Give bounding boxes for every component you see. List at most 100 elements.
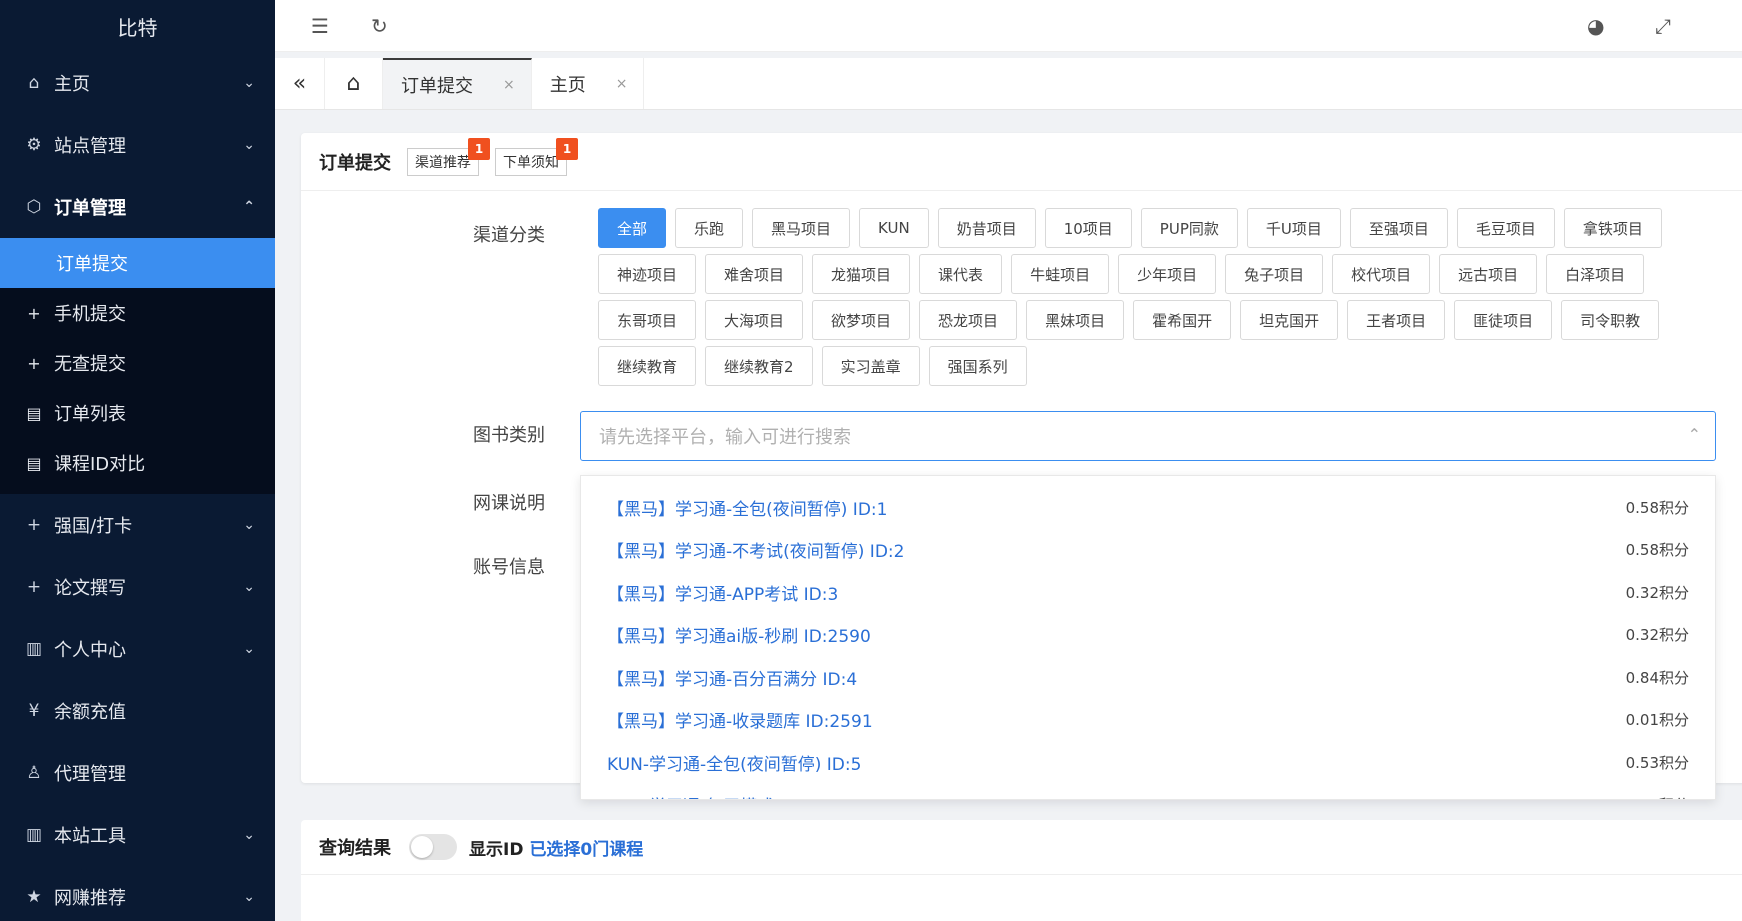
collapse-menu-icon[interactable]: ☰ xyxy=(311,14,329,38)
query-result-card: 查询结果 显示ID 已选择0门课程 xyxy=(301,820,1742,921)
refresh-icon[interactable]: ↻ xyxy=(371,14,388,38)
category-button[interactable]: 大海项目 xyxy=(705,300,804,340)
category-button[interactable]: 坦克国开 xyxy=(1240,300,1339,340)
sidebar-subitem-label: 订单列表 xyxy=(54,404,126,425)
category-button[interactable]: KUN xyxy=(859,208,929,248)
category-button[interactable]: 课代表 xyxy=(919,254,1003,294)
category-button[interactable]: 黑马项目 xyxy=(752,208,851,248)
sidebar-item-label: 网赚推荐 xyxy=(54,888,126,909)
sidebar-item[interactable]: ⌂ 主页 ⌄ xyxy=(0,52,275,114)
sidebar-item[interactable]: + 强国/打卡 ⌄ xyxy=(0,494,275,556)
user-icon: ♙ xyxy=(26,763,42,783)
sidebar-item[interactable]: ★ 网赚推荐 ⌄ xyxy=(0,866,275,921)
course-option-name: KUN-学习通-复习模式 ID:6 xyxy=(607,792,814,799)
course-option-price: 0.32积分 xyxy=(1625,583,1689,602)
course-option[interactable]: 【黑马】学习通-百分百满分 ID:4 0.84积分 xyxy=(581,656,1715,699)
sidebar-subitem[interactable]: ▤ 订单列表 xyxy=(0,388,275,438)
category-button[interactable]: 王者项目 xyxy=(1347,300,1446,340)
category-button[interactable]: 东哥项目 xyxy=(598,300,697,340)
category-button[interactable]: 黑妹项目 xyxy=(1026,300,1125,340)
tabs-back-icon[interactable]: « xyxy=(275,58,325,109)
category-button[interactable]: 少年项目 xyxy=(1118,254,1217,294)
sidebar-subitem[interactable]: ▤ 课程ID对比 xyxy=(0,438,275,488)
course-option[interactable]: 【黑马】学习通-不考试(夜间暂停) ID:2 0.58积分 xyxy=(581,529,1715,572)
category-button[interactable]: 远古项目 xyxy=(1439,254,1538,294)
sidebar-item-label: 个人中心 xyxy=(54,640,126,661)
category-button[interactable]: 欲梦项目 xyxy=(812,300,911,340)
sidebar-item[interactable]: ▥ 本站工具 ⌄ xyxy=(0,804,275,866)
category-button[interactable]: 实习盖章 xyxy=(821,346,920,386)
toggle-knob xyxy=(411,836,433,858)
home-tab-icon[interactable]: ⌂ xyxy=(325,58,383,109)
category-button[interactable]: 神迹项目 xyxy=(598,254,697,294)
chevron-down-icon: ⌄ xyxy=(243,517,255,533)
chevron-down-icon: ⌄ xyxy=(243,827,255,843)
category-button[interactable]: PUP同款 xyxy=(1140,208,1238,248)
category-button[interactable]: 拿铁项目 xyxy=(1563,208,1662,248)
category-button[interactable]: 龙猫项目 xyxy=(812,254,911,294)
category-button[interactable]: 匪徒项目 xyxy=(1454,300,1553,340)
category-button[interactable]: 全部 xyxy=(598,208,667,248)
category-button[interactable]: 牛蛙项目 xyxy=(1011,254,1110,294)
plus-icon: + xyxy=(26,515,42,535)
category-button[interactable]: 司令职教 xyxy=(1561,300,1660,340)
palette-icon[interactable]: ◕ xyxy=(1587,14,1604,38)
course-option[interactable]: KUN-学习通-全包(夜间暂停) ID:5 0.53积分 xyxy=(581,741,1715,784)
sidebar-item[interactable]: ⬡ 订单管理 ⌃ xyxy=(0,176,275,238)
category-button[interactable]: 恐龙项目 xyxy=(919,300,1018,340)
tab-home[interactable]: 主页 × xyxy=(532,58,645,109)
order-submenu: 订单提交 + 手机提交 + 无查提交 ▤ 订单列表 ▤ 课程ID对比 xyxy=(0,238,275,494)
course-option[interactable]: 【黑马】学习通ai版-秒刷 ID:2590 0.32积分 xyxy=(581,614,1715,657)
course-option[interactable]: 【黑马】学习通-全包(夜间暂停) ID:1 0.58积分 xyxy=(581,486,1715,529)
category-button[interactable]: 奶昔项目 xyxy=(937,208,1036,248)
close-icon[interactable]: × xyxy=(503,77,515,93)
plus-icon: + xyxy=(27,353,41,373)
category-button[interactable]: 至强项目 xyxy=(1349,208,1448,248)
sidebar-item[interactable]: ⚙ 站点管理 ⌄ xyxy=(0,114,275,176)
order-notice-button[interactable]: 下单须知 1 xyxy=(495,137,578,176)
sidebar-item-label: 本站工具 xyxy=(54,826,126,847)
category-button[interactable]: 继续教育 xyxy=(598,346,697,386)
course-option[interactable]: 【黑马】学习通-收录题库 ID:2591 0.01积分 xyxy=(581,699,1715,742)
box-icon: ⬡ xyxy=(26,197,42,217)
category-button[interactable]: 千U项目 xyxy=(1246,208,1341,248)
category-button-group: 全部 乐跑 黑马项目 KUN 奶昔项目 10项目 PUP同款 千U项目 至强项目 毛豆项目 拿铁项目… xyxy=(598,208,1728,392)
category-button[interactable]: 10项目 xyxy=(1044,208,1132,248)
show-id-toggle[interactable] xyxy=(409,834,457,860)
selected-count-text: 已选择0门课程 xyxy=(529,839,644,860)
button-label: 渠道推荐 xyxy=(415,154,471,171)
notification-badge: 1 xyxy=(468,137,490,160)
sidebar-item[interactable]: + 论文撰写 ⌄ xyxy=(0,556,275,618)
course-option-price: 0.32积分 xyxy=(1625,626,1689,645)
category-button[interactable]: 校代项目 xyxy=(1332,254,1431,294)
chevron-down-icon: ⌄ xyxy=(243,579,255,595)
sidebar-item[interactable]: ▥ 个人中心 ⌄ xyxy=(0,618,275,680)
tab-order-submit[interactable]: 订单提交 × xyxy=(383,58,532,109)
tabs-bar: « ⌂ 订单提交 × 主页 × xyxy=(275,58,1742,110)
category-button[interactable]: 难舍项目 xyxy=(705,254,804,294)
course-option[interactable]: KUN-学习通-复习模式 ID:6 0.53积分 xyxy=(581,784,1715,799)
category-button[interactable]: 兔子项目 xyxy=(1225,254,1324,294)
category-button[interactable]: 强国系列 xyxy=(928,346,1027,386)
sidebar-item[interactable]: ¥ 余额充值 xyxy=(0,680,275,742)
course-select-input[interactable]: 请先选择平台，输入可进行搜索 ⌃ xyxy=(580,411,1716,461)
chevron-up-icon: ⌃ xyxy=(243,199,255,215)
sidebar-subitem[interactable]: + 手机提交 xyxy=(0,288,275,338)
sidebar-subitem[interactable]: + 无查提交 xyxy=(0,338,275,388)
course-description-label: 网课说明 xyxy=(473,493,545,514)
category-button[interactable]: 毛豆项目 xyxy=(1456,208,1555,248)
document-icon: ▤ xyxy=(26,403,42,423)
sidebar-item-label: 代理管理 xyxy=(54,764,126,785)
sidebar-subitem-label: 无查提交 xyxy=(54,354,126,375)
building-icon: ▥ xyxy=(25,639,43,659)
category-button[interactable]: 乐跑 xyxy=(675,208,744,248)
sidebar-subitem[interactable]: 订单提交 xyxy=(0,238,275,288)
category-button[interactable]: 继续教育2 xyxy=(705,346,813,386)
channel-recommend-button[interactable]: 渠道推荐 1 xyxy=(407,137,490,176)
sidebar-item[interactable]: ♙ 代理管理 xyxy=(0,742,275,804)
category-button[interactable]: 霍希国开 xyxy=(1133,300,1232,340)
close-icon[interactable]: × xyxy=(616,76,628,92)
course-option[interactable]: 【黑马】学习通-APP考试 ID:3 0.32积分 xyxy=(581,571,1715,614)
fullscreen-icon[interactable]: ⤢ xyxy=(1655,14,1671,38)
category-button[interactable]: 白泽项目 xyxy=(1546,254,1645,294)
